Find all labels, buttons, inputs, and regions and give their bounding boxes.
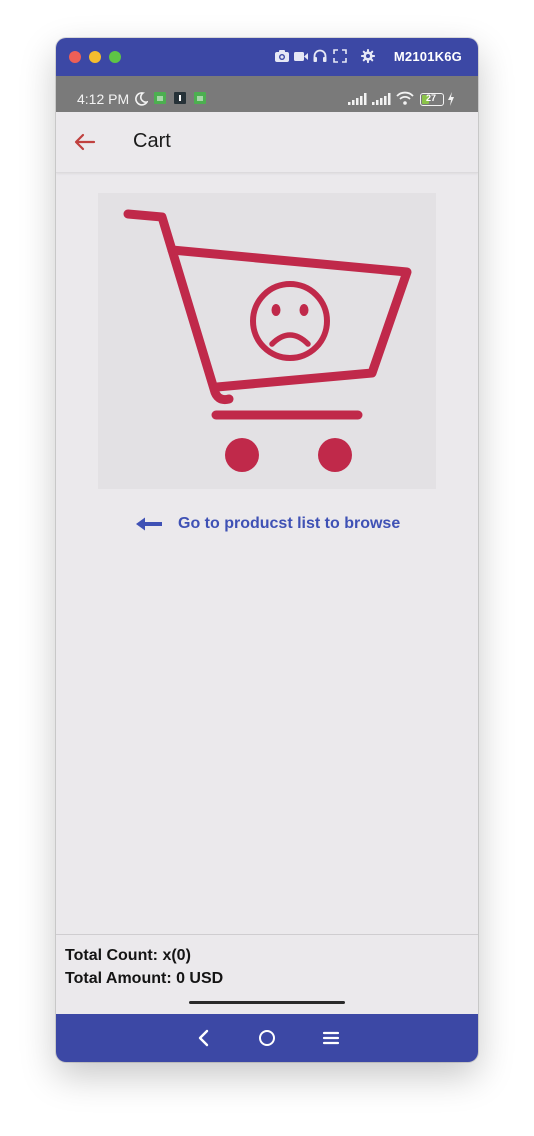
total-amount: Total Amount: 0 USD [65,970,224,987]
total-count: Total Count: x(0) [65,947,191,964]
battery-level: 27 [426,93,437,103]
gear-icon[interactable] [360,48,376,64]
moon-icon [135,92,148,106]
wifi-icon [396,91,414,105]
sad-cart-icon [123,209,412,472]
fullscreen-icon[interactable] [332,48,348,64]
battery-icon: 27 [420,93,444,106]
app-bar: Cart [56,112,478,173]
page-title: Cart [133,130,171,152]
home-nav-icon[interactable] [255,1026,279,1050]
home-indicator[interactable] [189,1001,345,1004]
android-app-icon [154,92,166,104]
status-bar: 4:12 PM 27 [56,76,478,112]
device-window: M2101K6G 4:12 PM 27 Cart Go to producst … [56,38,478,1062]
minimize-window-button[interactable] [89,51,101,63]
signal-icon [372,93,391,105]
back-arrow-icon[interactable] [70,128,100,156]
navigation-bar [56,1014,478,1062]
zoom-window-button[interactable] [109,51,121,63]
notification-icon [174,92,186,104]
window-titlebar: M2101K6G [56,38,478,76]
video-icon[interactable] [293,48,309,64]
headphones-icon[interactable] [312,48,328,64]
menu-nav-icon[interactable] [319,1026,343,1050]
empty-cart-illustration [98,193,436,489]
status-time: 4:12 PM [77,91,130,107]
signal-icon [348,93,367,105]
browse-products-label: Go to producst list to browse [178,515,401,532]
device-name: M2101K6G [393,49,462,64]
back-nav-icon[interactable] [192,1026,216,1050]
cart-totals [56,934,478,935]
android-app-icon [194,92,206,104]
close-window-button[interactable] [69,51,81,63]
camera-icon[interactable] [274,48,290,64]
browse-products-link[interactable]: Go to producst list to browse [136,512,400,536]
left-arrow-icon [136,517,162,531]
charging-icon [448,92,454,106]
